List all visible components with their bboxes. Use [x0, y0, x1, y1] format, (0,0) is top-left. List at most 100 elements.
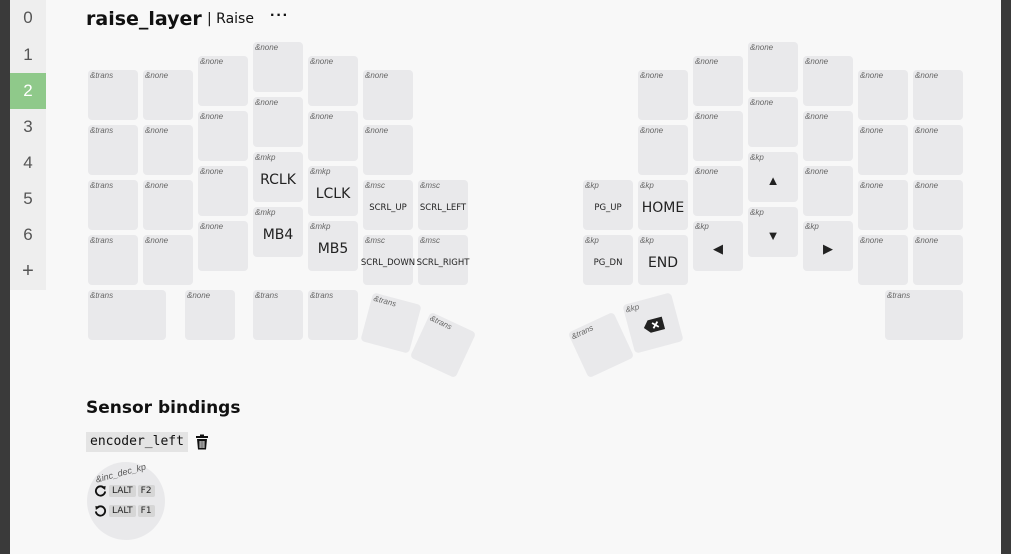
key-r-c3-r2[interactable]: &kp ▲: [748, 152, 798, 202]
key-l-c4-r1[interactable]: &none: [308, 111, 358, 161]
key-l-c5-r1[interactable]: &none: [363, 125, 413, 175]
key-r-c6-r0[interactable]: &none: [913, 70, 963, 120]
layer-name[interactable]: | Raise: [207, 11, 254, 27]
key-r-th0[interactable]: &trans: [567, 311, 635, 379]
key-r-c2-r0[interactable]: &none: [693, 56, 743, 106]
layer-sidebar: 0 1 2 3 4 5 6 +: [10, 0, 46, 290]
layer-tab-4[interactable]: 4: [10, 145, 46, 181]
key-l-c3-r1[interactable]: &none: [253, 97, 303, 147]
rotate-counterclockwise-icon: [94, 505, 107, 517]
layer-tab-6[interactable]: 6: [10, 217, 46, 253]
key-behavior: &none: [640, 126, 664, 135]
key-r-c3-r3[interactable]: &kp ▼: [748, 207, 798, 257]
key-l-c2-r2[interactable]: &none: [198, 166, 248, 216]
key-r-c0-r2[interactable]: &kp PG_UP: [583, 180, 633, 230]
trash-icon[interactable]: [194, 434, 210, 450]
key-r-c1-r3[interactable]: &kp END: [638, 235, 688, 285]
key-behavior: &none: [695, 112, 719, 121]
key-l-c1-r1[interactable]: &none: [143, 125, 193, 175]
layer-tab-1[interactable]: 1: [10, 37, 46, 73]
key-l-c3-r0[interactable]: &none: [253, 42, 303, 92]
key-l-th3[interactable]: &trans: [308, 290, 358, 340]
key-l-c1-r2[interactable]: &none: [143, 180, 193, 230]
key-l-th1[interactable]: &none: [185, 290, 235, 340]
key-r-c4-r1[interactable]: &none: [803, 111, 853, 161]
key-l-c0-r3[interactable]: &trans: [88, 235, 138, 285]
layer-tab-5[interactable]: 5: [10, 181, 46, 217]
key-l-c0-r2[interactable]: &trans: [88, 180, 138, 230]
key-l-c4-r0[interactable]: &none: [308, 56, 358, 106]
key-r-c2-r2[interactable]: &none: [693, 166, 743, 216]
key-behavior: &trans: [372, 293, 398, 309]
arrow-icon: ◀: [713, 241, 723, 256]
key-r-c1-r0[interactable]: &none: [638, 70, 688, 120]
key-r-c4-r0[interactable]: &none: [803, 56, 853, 106]
key-behavior: &none: [805, 112, 829, 121]
key-l-th0[interactable]: &trans: [88, 290, 166, 340]
layer-tab-label: 2: [23, 81, 33, 100]
key-r-c1-r2[interactable]: &kp HOME: [638, 180, 688, 230]
encoder-ccw-row[interactable]: LALT F1: [94, 504, 155, 517]
key-behavior: &none: [310, 57, 334, 66]
key-r-c5-r0[interactable]: &none: [858, 70, 908, 120]
key-r-c4-r2[interactable]: &none: [803, 166, 853, 216]
layer-menu-button[interactable]: ···: [270, 7, 289, 25]
key-l-th5[interactable]: &trans: [409, 311, 477, 379]
key-r-c2-r3[interactable]: &kp ◀: [693, 221, 743, 271]
key-r-c2-r1[interactable]: &none: [693, 111, 743, 161]
add-layer-button[interactable]: +: [10, 253, 46, 289]
key-l-c1-r0[interactable]: &none: [143, 70, 193, 120]
encoder-ccw-key: F1: [137, 504, 155, 517]
key-l-c1-r3[interactable]: &none: [143, 235, 193, 285]
key-r-th2[interactable]: &trans: [885, 290, 963, 340]
key-l-c2-r0[interactable]: &none: [198, 56, 248, 106]
layer-tab-3[interactable]: 3: [10, 109, 46, 145]
layer-tab-2[interactable]: 2: [10, 73, 46, 109]
key-l-th4[interactable]: &trans: [360, 292, 422, 354]
key-r-c5-r1[interactable]: &none: [858, 125, 908, 175]
key-r-c6-r3[interactable]: &none: [913, 235, 963, 285]
key-l-c5-r3[interactable]: &msc SCRL_DOWN: [361, 235, 415, 285]
key-r-c6-r1[interactable]: &none: [913, 125, 963, 175]
key-param: RCLK: [260, 172, 296, 188]
key-r-c6-r2[interactable]: &none: [913, 180, 963, 230]
key-l-c4-r2[interactable]: &mkp LCLK: [308, 166, 358, 216]
key-behavior: &none: [640, 71, 664, 80]
key-l-c3-r2[interactable]: &mkp RCLK: [253, 152, 303, 202]
key-param: PG_UP: [594, 203, 622, 213]
key-l-c3-r3[interactable]: &mkp MB4: [253, 207, 303, 257]
key-l-c5-r0[interactable]: &none: [363, 70, 413, 120]
key-l-c0-r1[interactable]: &trans: [88, 125, 138, 175]
key-behavior: &none: [915, 236, 939, 245]
encoder-cw-row[interactable]: LALT F2: [94, 484, 155, 497]
arrow-icon: ▼: [766, 227, 780, 243]
key-r-c5-r3[interactable]: &none: [858, 235, 908, 285]
key-param: MB5: [317, 241, 349, 257]
key-r-c3-r1[interactable]: &none: [748, 97, 798, 147]
key-l-c2-r3[interactable]: &none: [198, 221, 248, 271]
key-l-c5-r2[interactable]: &msc SCRL_UP: [363, 180, 413, 230]
key-l-c6-r2[interactable]: &msc SCRL_LEFT: [418, 180, 468, 230]
key-r-c5-r2[interactable]: &none: [858, 180, 908, 230]
key-l-c6-r3[interactable]: &msc SCRL_RIGHT: [417, 235, 469, 285]
encoder-cw-key: F2: [137, 484, 155, 497]
key-r-c0-r3[interactable]: &kp PG_DN: [583, 235, 633, 285]
encoder-binding[interactable]: &inc_dec_kp LALT F2 LALT F1: [87, 461, 165, 540]
key-behavior: &kp: [624, 302, 641, 315]
key-behavior: &none: [860, 71, 884, 80]
key-l-c0-r0[interactable]: &trans: [88, 70, 138, 120]
key-r-c4-r3[interactable]: &kp ▶: [803, 221, 853, 271]
key-l-c2-r1[interactable]: &none: [198, 111, 248, 161]
key-r-c3-r0[interactable]: &none: [748, 42, 798, 92]
key-r-th1[interactable]: &kp: [622, 292, 684, 354]
key-behavior: &none: [200, 112, 224, 121]
key-behavior: &none: [860, 126, 884, 135]
key-behavior: &none: [915, 126, 939, 135]
layer-tab-0[interactable]: 0: [10, 0, 46, 36]
key-param: LCLK: [315, 186, 351, 202]
key-behavior: &trans: [90, 291, 114, 300]
key-r-c1-r1[interactable]: &none: [638, 125, 688, 175]
layer-title: raise_layer: [86, 8, 202, 30]
key-l-c4-r3[interactable]: &mkp MB5: [308, 221, 358, 271]
key-l-th2[interactable]: &trans: [253, 290, 303, 340]
